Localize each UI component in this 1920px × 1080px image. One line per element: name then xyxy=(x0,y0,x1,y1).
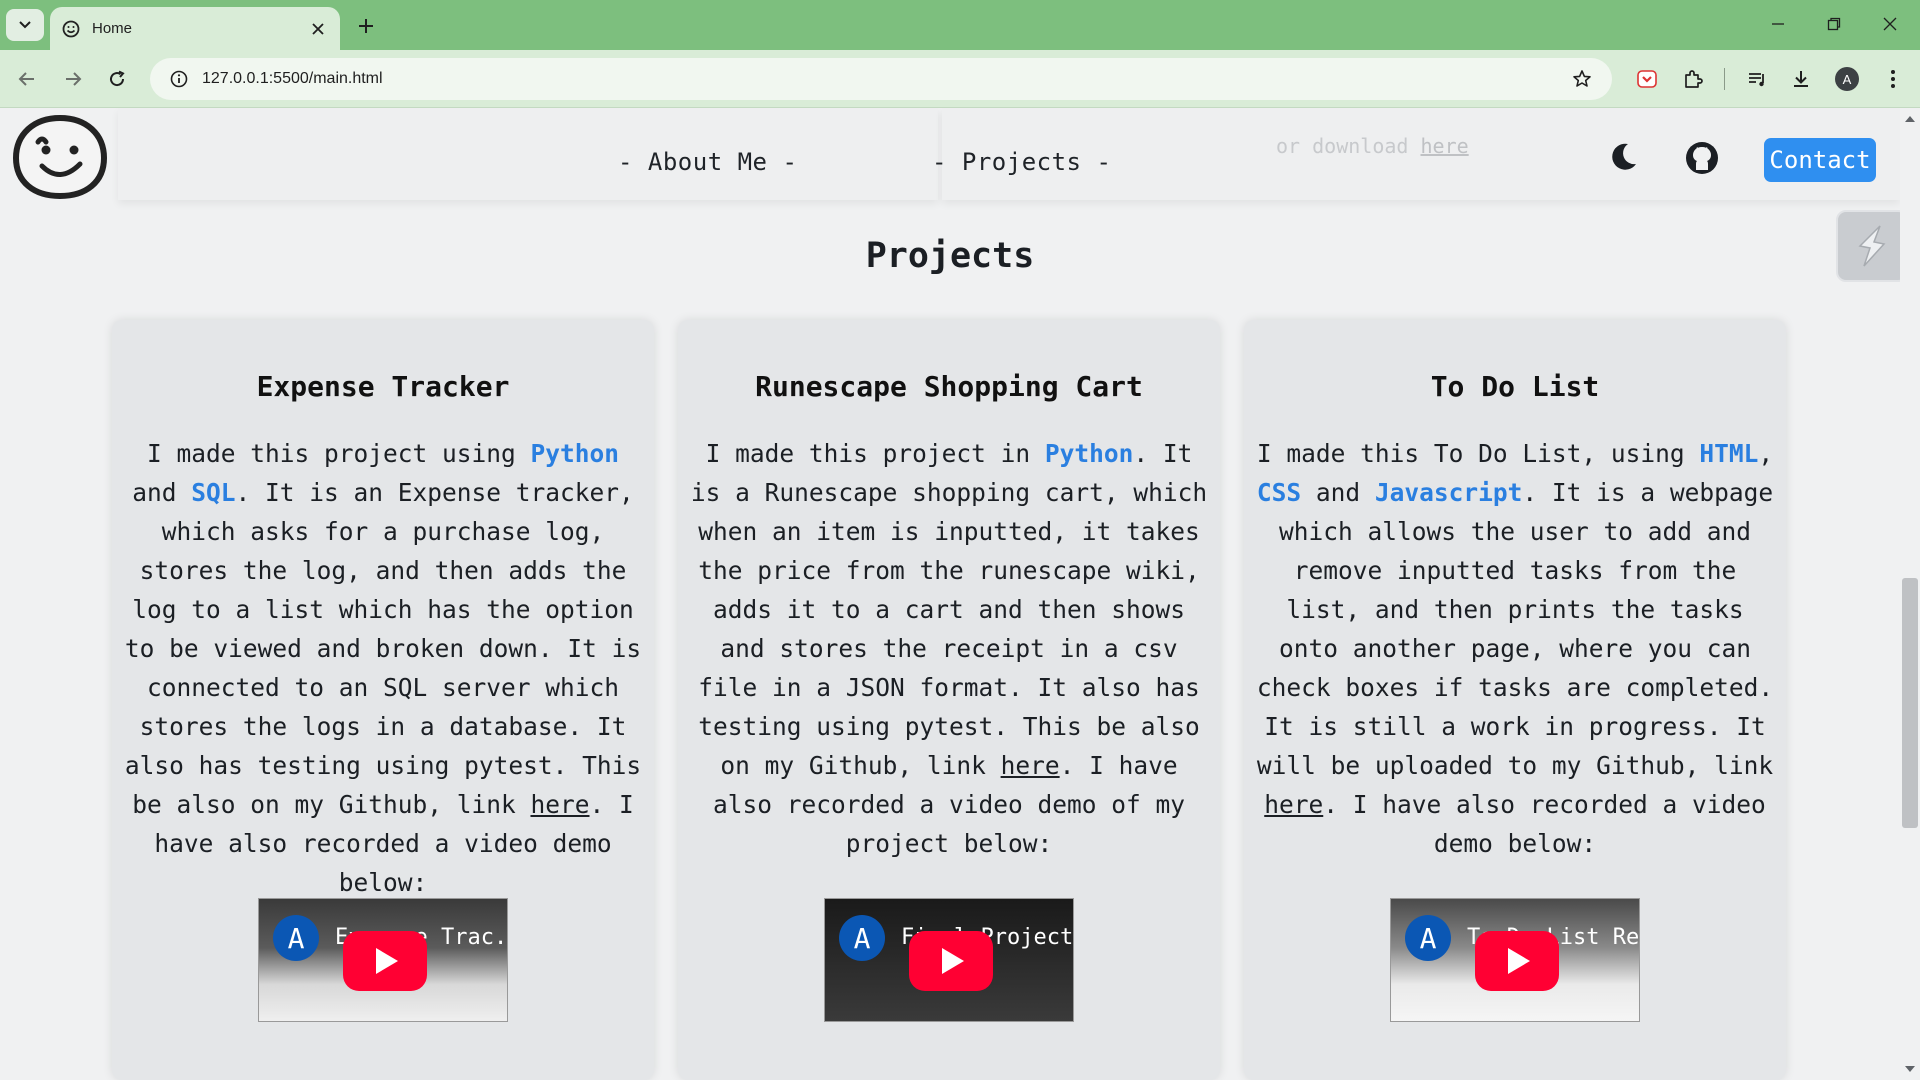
video-embed-runescape-cart[interactable]: A Final Project ... xyxy=(824,898,1074,1022)
github-icon[interactable] xyxy=(1684,140,1720,176)
video-embed-expense-tracker[interactable]: A Expense Trac... xyxy=(258,898,508,1022)
keyword-sql: SQL xyxy=(191,478,236,507)
tab-title: Home xyxy=(92,20,133,37)
keyword-python: Python xyxy=(530,439,620,468)
text-segment: , xyxy=(1758,439,1774,468)
profile-avatar[interactable]: A xyxy=(1832,64,1862,94)
github-here-link[interactable]: here xyxy=(1001,751,1060,780)
card-title: Runescape Shopping Cart xyxy=(755,370,1143,403)
minimize-button[interactable] xyxy=(1758,8,1798,40)
restore-button[interactable] xyxy=(1814,8,1854,40)
video-embed-to-do-list[interactable]: A To Do List Re... xyxy=(1390,898,1640,1022)
moon-icon[interactable] xyxy=(1606,140,1640,174)
text-segment: . It is a Runescape shopping cart, which… xyxy=(690,439,1208,780)
channel-avatar: A xyxy=(839,915,885,961)
scroll-down-arrow-icon[interactable] xyxy=(1903,1064,1917,1074)
media-control-icon[interactable] xyxy=(1742,64,1772,94)
pocket-extension-icon[interactable] xyxy=(1632,64,1662,94)
card-title: Expense Tracker xyxy=(256,370,510,403)
site-header: - About Me - - Projects - or download he… xyxy=(0,108,1900,208)
browser-tab-home[interactable]: Home xyxy=(50,7,340,50)
forward-button[interactable] xyxy=(56,62,90,96)
card-description: I made this project in Python. It is a R… xyxy=(684,434,1214,863)
contact-button[interactable]: Contact xyxy=(1764,138,1876,182)
channel-avatar: A xyxy=(273,915,319,961)
tab-close-icon[interactable] xyxy=(308,19,328,39)
extensions-puzzle-icon[interactable] xyxy=(1678,64,1708,94)
download-icon[interactable] xyxy=(1786,64,1816,94)
minimize-icon xyxy=(1772,23,1784,25)
nav-projects-link[interactable]: - Projects - xyxy=(932,148,1111,176)
site-info-icon[interactable] xyxy=(168,68,190,90)
close-window-button[interactable] xyxy=(1870,8,1910,40)
tab-search-button[interactable] xyxy=(6,9,44,41)
chevron-down-icon xyxy=(19,21,31,29)
arrow-right-icon xyxy=(66,72,82,86)
text-segment: I made this project in xyxy=(705,439,1045,468)
arrow-left-icon xyxy=(18,72,34,86)
card-description: I made this project using Python and SQL… xyxy=(118,434,648,902)
youtube-play-icon[interactable] xyxy=(1475,931,1559,991)
reload-icon xyxy=(110,70,125,87)
new-tab-button[interactable] xyxy=(352,12,380,40)
nav-about-me-link[interactable]: - About Me - xyxy=(618,148,797,176)
download-prefix: or download xyxy=(1276,134,1421,158)
channel-avatar: A xyxy=(1405,915,1451,961)
card-description: I made this To Do List, using HTML, CSS … xyxy=(1250,434,1780,863)
text-segment: I made this project using xyxy=(146,439,531,468)
text-segment: and xyxy=(132,478,192,507)
text-segment: and xyxy=(1301,478,1375,507)
smiley-logo-icon[interactable] xyxy=(12,114,108,200)
menu-kebab-icon[interactable] xyxy=(1878,64,1908,94)
text-segment: . I have also recorded a video demo belo… xyxy=(1323,790,1766,858)
profile-initial: A xyxy=(1835,67,1859,91)
address-bar[interactable]: 127.0.0.1:5500/main.html xyxy=(150,58,1612,100)
keyword-javascript: Javascript xyxy=(1374,478,1523,507)
plus-icon xyxy=(359,19,373,33)
keyword-html: HTML xyxy=(1699,439,1759,468)
browser-toolbar: 127.0.0.1:5500/main.html A xyxy=(0,50,1920,108)
text-segment: . It is an Expense tracker, which asks f… xyxy=(124,478,642,819)
bookmark-star-icon[interactable] xyxy=(1570,67,1594,91)
github-here-link[interactable]: here xyxy=(530,790,589,819)
back-button[interactable] xyxy=(10,62,44,96)
reload-button[interactable] xyxy=(100,62,134,96)
browser-tabstrip: Home xyxy=(0,0,1920,50)
toolbar-separator xyxy=(1724,68,1725,90)
smiley-favicon-icon xyxy=(62,20,80,37)
keyword-python: Python xyxy=(1044,439,1134,468)
nav-panel-left xyxy=(118,108,938,200)
card-title: To Do List xyxy=(1430,370,1600,403)
text-segment: I made this To Do List, using xyxy=(1256,439,1700,468)
restore-icon xyxy=(1827,17,1841,31)
youtube-play-icon[interactable] xyxy=(343,931,427,991)
youtube-play-icon[interactable] xyxy=(909,931,993,991)
download-here-link[interactable]: here xyxy=(1421,134,1469,158)
keyword-css: CSS xyxy=(1256,478,1302,507)
download-note: or download here xyxy=(1276,134,1469,158)
text-segment: . It is a webpage which allows the user … xyxy=(1256,478,1774,780)
github-here-link[interactable]: here xyxy=(1264,790,1323,819)
section-title: Projects xyxy=(865,236,1035,276)
page-viewport: - About Me - - Projects - or download he… xyxy=(0,108,1920,1080)
scroll-up-arrow-icon[interactable] xyxy=(1903,114,1917,124)
close-icon xyxy=(1883,17,1897,31)
url-text[interactable]: 127.0.0.1:5500/main.html xyxy=(202,70,1570,88)
scrollbar-thumb[interactable] xyxy=(1902,578,1918,828)
